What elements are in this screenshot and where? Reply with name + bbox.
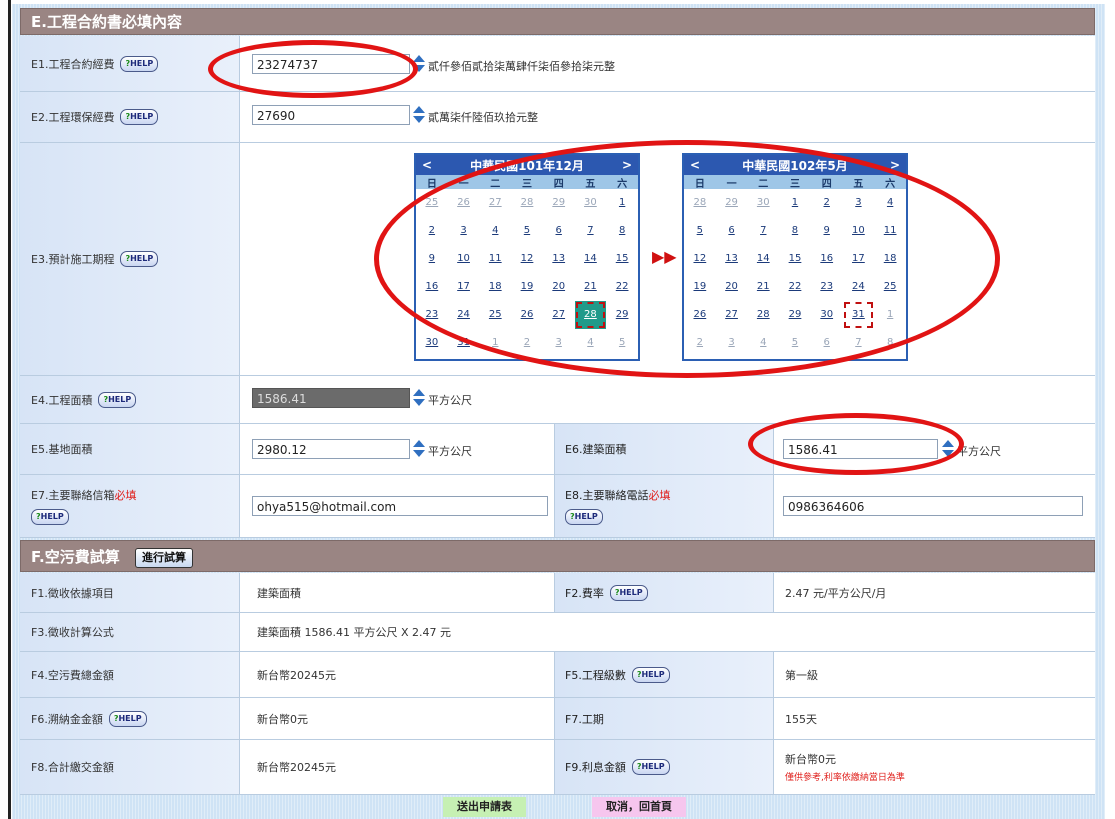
e4-unit: 平方公尺 xyxy=(428,394,472,407)
f9-note: 僅供參考,利率依繳納當日為準 xyxy=(785,773,905,783)
help-icon[interactable]: ?HELP xyxy=(631,666,670,683)
e5-unit: 平方公尺 xyxy=(428,445,472,458)
help-icon[interactable]: ?HELP xyxy=(120,109,159,125)
e1-amount-words: 貳仟參佰貳拾柒萬肆仟柒佰參拾柒元整 xyxy=(428,60,615,73)
f8-label-cell: F8.合計繳交金額 xyxy=(20,740,240,794)
f5-label: F5.工程級數 xyxy=(565,668,626,682)
e4-area-input: 1586.41 xyxy=(252,388,410,408)
row-f1-f2: F1.徵收依據項目 建築面積 F2.費率 ?HELP 2.47 元/平方公尺/月 xyxy=(20,573,1095,613)
e7-email-input[interactable]: ohya515@hotmail.com xyxy=(252,496,548,516)
e5-label-cell: E5.基地面積 xyxy=(20,424,240,474)
help-icon[interactable]: ?HELP xyxy=(631,759,670,775)
f9-label: F9.利息金額 xyxy=(565,761,626,774)
e8-label: E8.主要聯絡電話 xyxy=(565,489,649,502)
f9-value: 新台幣0元 xyxy=(785,753,836,766)
e4-label: E4.工程面積 xyxy=(31,393,93,407)
e5-spinner-icon[interactable] xyxy=(413,439,425,459)
calendar-prev-button[interactable]: < xyxy=(422,158,432,172)
help-icon[interactable]: ?HELP xyxy=(98,391,137,408)
annotation-oval-e6 xyxy=(748,413,964,475)
row-f6-f7: F6.溯納金金額 ?HELP 新台幣0元 F7.工期 155天 xyxy=(20,698,1095,740)
f9-label-cell: F9.利息金額 ?HELP xyxy=(554,740,774,794)
e2-amount-words: 貳萬柒仟陸佰玖拾元整 xyxy=(428,111,538,124)
e2-env-amount-input[interactable]: 27690 xyxy=(252,105,410,125)
f2-label-cell: F2.費率 ?HELP xyxy=(554,573,774,612)
e8-label-cell: E8.主要聯絡電話必填 ?HELP xyxy=(554,475,774,537)
f6-value: 新台幣0元 xyxy=(257,712,308,726)
e8-required-mark: 必填 xyxy=(648,489,671,502)
help-icon[interactable]: ?HELP xyxy=(31,509,69,525)
e7-label-cell: E7.主要聯絡信箱必填 ?HELP xyxy=(20,475,240,537)
help-icon[interactable]: ?HELP xyxy=(120,55,159,72)
e3-label: E3.預計施工期程 xyxy=(31,253,115,266)
help-icon[interactable]: ?HELP xyxy=(120,251,159,267)
e1-label: E1.工程合約經費 xyxy=(31,57,115,71)
e7-label: E7.主要聯絡信箱 xyxy=(31,489,115,502)
f1-label: F1.徵收依據項目 xyxy=(31,586,114,600)
e6-label-cell: E6.建築面積 xyxy=(554,424,774,474)
f3-label: F3.徵收計算公式 xyxy=(31,626,114,639)
e2-label: E2.工程環保經費 xyxy=(31,111,115,124)
row-e2: E2.工程環保經費 ?HELP 27690 貳萬柒仟陸佰玖拾元整 xyxy=(20,92,1095,143)
f1-label-cell: F1.徵收依據項目 xyxy=(20,573,240,612)
window-left-border xyxy=(0,0,11,819)
f6-label-cell: F6.溯納金金額 ?HELP xyxy=(20,698,240,739)
form-footer: 送出申請表 取消，回首頁 xyxy=(20,797,1095,819)
f2-label: F2.費率 xyxy=(565,586,604,600)
f7-label-cell: F7.工期 xyxy=(554,698,774,739)
f4-value: 新台幣20245元 xyxy=(257,668,336,682)
row-f4-f5: F4.空污費總金額 新台幣20245元 F5.工程級數 ?HELP 第一級 xyxy=(20,652,1095,698)
f5-value: 第一級 xyxy=(785,668,818,682)
e2-label-cell: E2.工程環保經費 ?HELP xyxy=(20,92,240,142)
e1-label-cell: E1.工程合約經費 ?HELP xyxy=(20,36,240,91)
e2-spinner-icon[interactable] xyxy=(413,105,425,125)
f8-label: F8.合計繳交金額 xyxy=(31,761,114,774)
section-e-title: E.工程合約書必填內容 xyxy=(31,13,182,31)
cancel-button[interactable]: 取消，回首頁 xyxy=(592,797,686,817)
e8-phone-input[interactable]: 0986364606 xyxy=(783,496,1083,516)
f5-label-cell: F5.工程級數 ?HELP xyxy=(554,652,774,697)
row-e7-e8: E7.主要聯絡信箱必填 ?HELP ohya515@hotmail.com E8… xyxy=(20,475,1095,538)
row-f3: F3.徵收計算公式 建築面積 1586.41 平方公尺 X 2.47 元 xyxy=(20,613,1095,652)
row-e1: E1.工程合約經費 ?HELP 23274737 貳仟參佰貳拾柒萬肆仟柒佰參拾柒… xyxy=(20,36,1095,92)
f2-value: 2.47 元/平方公尺/月 xyxy=(785,586,887,600)
section-e-header: E.工程合約書必填內容 xyxy=(20,8,1095,35)
row-e4: E4.工程面積 ?HELP 1586.41 平方公尺 xyxy=(20,376,1095,424)
help-icon[interactable]: ?HELP xyxy=(609,584,648,601)
e5-label: E5.基地面積 xyxy=(31,443,93,456)
e4-label-cell: E4.工程面積 ?HELP xyxy=(20,376,240,423)
f7-value: 155天 xyxy=(785,712,817,726)
e7-required-mark: 必填 xyxy=(114,489,137,502)
f1-value: 建築面積 xyxy=(257,586,301,600)
f6-label: F6.溯納金金額 xyxy=(31,712,103,726)
e4-spinner-icon[interactable] xyxy=(413,388,425,408)
section-f-title: F.空污費試算 xyxy=(31,548,120,566)
help-icon[interactable]: ?HELP xyxy=(565,509,603,525)
section-f-header: F.空污費試算 進行試算 xyxy=(20,540,1095,572)
f3-label-cell: F3.徵收計算公式 xyxy=(20,613,240,651)
e6-label: E6.建築面積 xyxy=(565,443,627,456)
e3-label-cell: E3.預計施工期程 ?HELP xyxy=(20,143,240,375)
f4-label-cell: F4.空污費總金額 xyxy=(20,652,240,697)
row-f8-f9: F8.合計繳交金額 新台幣20245元 F9.利息金額 ?HELP 新台幣0元 … xyxy=(20,740,1095,795)
e5-site-area-input[interactable]: 2980.12 xyxy=(252,439,410,459)
f3-value: 建築面積 1586.41 平方公尺 X 2.47 元 xyxy=(257,626,451,639)
annotation-oval-e1 xyxy=(208,40,418,98)
calculate-button[interactable]: 進行試算 xyxy=(134,547,193,568)
f9-value-cell: 新台幣0元 僅供參考,利率依繳納當日為準 xyxy=(785,740,905,794)
help-icon[interactable]: ?HELP xyxy=(108,710,147,727)
submit-button[interactable]: 送出申請表 xyxy=(443,797,526,817)
f4-label: F4.空污費總金額 xyxy=(31,668,114,682)
f7-label: F7.工期 xyxy=(565,712,604,726)
f8-value: 新台幣20245元 xyxy=(257,761,336,774)
annotation-oval-e3 xyxy=(374,140,1000,378)
